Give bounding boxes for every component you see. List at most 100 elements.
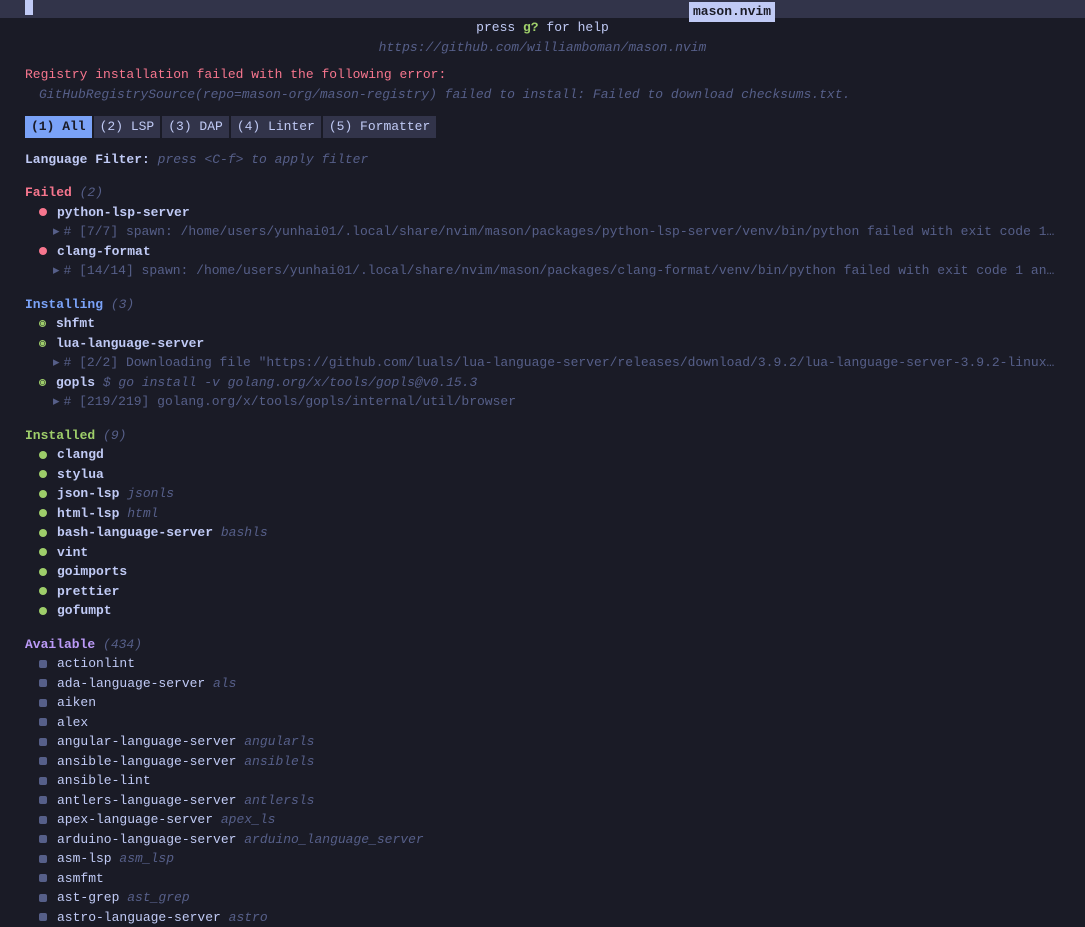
- ok-icon: [39, 451, 47, 459]
- installed-item[interactable]: stylua: [39, 465, 1060, 485]
- package-alias: html: [127, 506, 158, 521]
- ok-icon: [39, 607, 47, 615]
- package-name: vint: [57, 545, 88, 560]
- pkg-icon: [39, 718, 47, 726]
- pkg-icon: [39, 855, 47, 863]
- cursor-icon: [25, 0, 33, 15]
- ok-icon: [39, 470, 47, 478]
- package-name: shfmt: [56, 316, 95, 331]
- available-item[interactable]: aiken: [39, 693, 1060, 713]
- available-header: Available (434): [25, 635, 1060, 655]
- installing-item[interactable]: gopls $ go install -v golang.org/x/tools…: [39, 373, 1060, 393]
- log-line: ▸# [219/219] golang.org/x/tools/gopls/in…: [53, 392, 1060, 412]
- package-name: ast-grep: [57, 890, 119, 905]
- available-item[interactable]: ast-grep ast_grep: [39, 888, 1060, 908]
- installed-item[interactable]: prettier: [39, 582, 1060, 602]
- available-item[interactable]: angular-language-server angularls: [39, 732, 1060, 752]
- installed-item[interactable]: gofumpt: [39, 601, 1060, 621]
- package-name: lua-language-server: [56, 336, 204, 351]
- tab[interactable]: (5) Formatter: [323, 116, 436, 138]
- package-alias: ansiblels: [244, 754, 314, 769]
- package-name: gopls: [56, 375, 95, 390]
- package-alias: bashls: [221, 525, 268, 540]
- tab-bar: (1) All(2) LSP(3) DAP(4) Linter(5) Forma…: [25, 116, 1060, 138]
- ok-icon: [39, 490, 47, 498]
- available-item[interactable]: asmfmt: [39, 869, 1060, 889]
- available-item[interactable]: ansible-lint: [39, 771, 1060, 791]
- package-name: antlers-language-server: [57, 793, 236, 808]
- tab[interactable]: (3) DAP: [162, 116, 229, 138]
- error-header: Registry installation failed with the fo…: [25, 65, 1060, 85]
- failed-header: Failed (2): [25, 183, 1060, 203]
- failed-section: Failed (2) python-lsp-server▸# [7/7] spa…: [25, 183, 1060, 281]
- available-item[interactable]: actionlint: [39, 654, 1060, 674]
- package-name: ansible-language-server: [57, 754, 236, 769]
- expand-icon: ▸: [53, 263, 60, 278]
- installed-item[interactable]: html-lsp html: [39, 504, 1060, 524]
- installed-item[interactable]: goimports: [39, 562, 1060, 582]
- pkg-icon: [39, 699, 47, 707]
- spinner-icon: [39, 379, 46, 386]
- installing-section: Installing (3) shfmtlua-language-server▸…: [25, 295, 1060, 412]
- tab[interactable]: (1) All: [25, 116, 92, 138]
- error-detail: GitHubRegistrySource(repo=mason-org/maso…: [39, 85, 1060, 105]
- tab[interactable]: (4) Linter: [231, 116, 321, 138]
- app-title: mason.nvim: [689, 2, 775, 22]
- pkg-icon: [39, 757, 47, 765]
- pkg-icon: [39, 738, 47, 746]
- package-name: asm-lsp: [57, 851, 112, 866]
- help-key: g?: [523, 20, 539, 35]
- installed-item[interactable]: json-lsp jsonls: [39, 484, 1060, 504]
- help-suffix: for help: [539, 20, 609, 35]
- expand-icon: ▸: [53, 224, 60, 239]
- installed-item[interactable]: bash-language-server bashls: [39, 523, 1060, 543]
- available-item[interactable]: astro-language-server astro: [39, 908, 1060, 927]
- log-line: ▸# [7/7] spawn: /home/users/yunhai01/.lo…: [53, 222, 1060, 242]
- available-item[interactable]: ansible-language-server ansiblels: [39, 752, 1060, 772]
- package-name: bash-language-server: [57, 525, 213, 540]
- package-name: actionlint: [57, 656, 135, 671]
- installing-item[interactable]: lua-language-server: [39, 334, 1060, 354]
- package-name: gofumpt: [57, 603, 112, 618]
- pkg-icon: [39, 913, 47, 921]
- available-item[interactable]: ada-language-server als: [39, 674, 1060, 694]
- failed-title: Failed: [25, 185, 72, 200]
- package-name: alex: [57, 715, 88, 730]
- pkg-icon: [39, 660, 47, 668]
- tab[interactable]: (2) LSP: [94, 116, 161, 138]
- pkg-icon: [39, 874, 47, 882]
- repo-url: https://github.com/williamboman/mason.nv…: [25, 38, 1060, 58]
- failed-item[interactable]: clang-format: [39, 242, 1060, 262]
- pkg-icon: [39, 777, 47, 785]
- package-alias: apex_ls: [221, 812, 276, 827]
- spinner-icon: [39, 340, 46, 347]
- failed-item[interactable]: python-lsp-server: [39, 203, 1060, 223]
- package-name: apex-language-server: [57, 812, 213, 827]
- package-name: json-lsp: [57, 486, 119, 501]
- package-name: prettier: [57, 584, 119, 599]
- available-item[interactable]: alex: [39, 713, 1060, 733]
- package-name: astro-language-server: [57, 910, 221, 925]
- installed-item[interactable]: clangd: [39, 445, 1060, 465]
- available-item[interactable]: apex-language-server apex_ls: [39, 810, 1060, 830]
- package-name: ada-language-server: [57, 676, 205, 691]
- package-name: html-lsp: [57, 506, 119, 521]
- available-item[interactable]: asm-lsp asm_lsp: [39, 849, 1060, 869]
- ok-icon: [39, 529, 47, 537]
- failed-count: (2): [80, 185, 103, 200]
- filter-label: Language Filter:: [25, 152, 150, 167]
- available-item[interactable]: antlers-language-server antlersls: [39, 791, 1060, 811]
- fail-icon: [39, 208, 47, 216]
- installing-item[interactable]: shfmt: [39, 314, 1060, 334]
- spinner-icon: [39, 320, 46, 327]
- installed-header: Installed (9): [25, 426, 1060, 446]
- installed-item[interactable]: vint: [39, 543, 1060, 563]
- package-alias: astro: [229, 910, 268, 925]
- available-item[interactable]: arduino-language-server arduino_language…: [39, 830, 1060, 850]
- package-alias: angularls: [244, 734, 314, 749]
- package-alias: jsonls: [127, 486, 174, 501]
- ok-icon: [39, 587, 47, 595]
- package-alias: arduino_language_server: [244, 832, 423, 847]
- package-name: goimports: [57, 564, 127, 579]
- language-filter: Language Filter: press <C-f> to apply fi…: [25, 150, 1060, 170]
